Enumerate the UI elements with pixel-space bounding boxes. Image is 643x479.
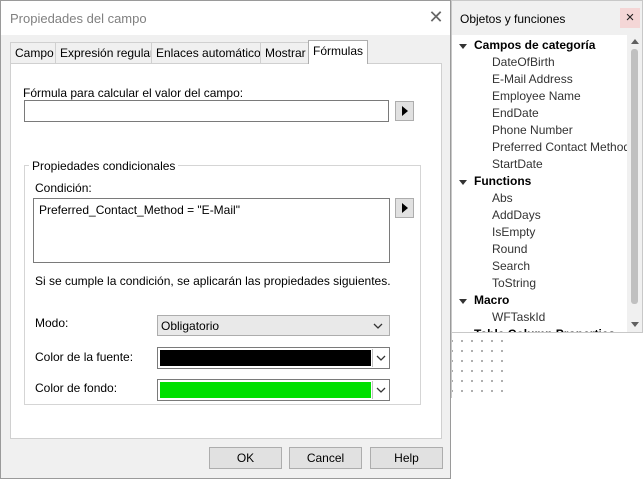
field-properties-dialog: Propiedades del campo ✕ Campo Expresión … xyxy=(0,0,451,479)
tab-mostrar[interactable]: Mostrar xyxy=(260,42,311,63)
tree-group-header[interactable]: Campos de categoría xyxy=(474,38,595,52)
tree-item[interactable]: IsEmpty xyxy=(492,225,535,239)
tree-group-header[interactable]: Macro xyxy=(474,293,509,307)
tree-item[interactable]: AddDays xyxy=(492,208,541,222)
tab-expresion-regular[interactable]: Expresión regular xyxy=(55,42,160,63)
panel-scrollbar[interactable] xyxy=(627,35,642,332)
dialog-title: Propiedades del campo xyxy=(10,11,147,26)
tab-enlaces-automaticos[interactable]: Enlaces automáticos xyxy=(151,42,272,63)
formula-label: Fórmula para calcular el valor del campo… xyxy=(23,86,244,100)
scroll-up-icon[interactable] xyxy=(631,39,639,44)
cancel-button[interactable]: Cancel xyxy=(289,447,362,469)
font-color-dropdown[interactable] xyxy=(372,349,388,367)
chevron-down-icon xyxy=(373,323,383,329)
bg-color-swatch xyxy=(160,382,371,398)
panel-header: Objetos y funciones × xyxy=(452,1,642,35)
tree-item[interactable]: StartDate xyxy=(492,157,543,171)
chevron-down-icon xyxy=(376,355,386,361)
dialog-titlebar: Propiedades del campo ✕ xyxy=(1,1,450,35)
scrollbar-thumb[interactable] xyxy=(631,49,638,304)
tree-item[interactable]: DateOfBirth xyxy=(492,55,555,69)
tree-item[interactable]: Phone Number xyxy=(492,123,573,137)
tree-item[interactable]: Preferred Contact Method xyxy=(492,140,630,154)
formula-input[interactable] xyxy=(24,100,389,122)
font-color-label: Color de la fuente: xyxy=(35,350,134,364)
tab-formulas[interactable]: Fórmulas xyxy=(308,40,369,64)
font-color-picker[interactable] xyxy=(157,347,390,369)
conditional-properties-title: Propiedades condicionales xyxy=(29,159,179,173)
tree-item[interactable]: ToString xyxy=(492,276,536,290)
design-canvas-grid[interactable] xyxy=(451,333,511,398)
expand-toggle-icon[interactable] xyxy=(459,180,467,185)
ok-button[interactable]: OK xyxy=(209,447,282,469)
tab-campo[interactable]: Campo xyxy=(10,42,59,63)
tree-item[interactable]: Round xyxy=(492,242,527,256)
font-color-swatch xyxy=(160,350,371,366)
panel-title: Objetos y funciones xyxy=(460,12,566,26)
objects-functions-panel: Objetos y funciones × Campos de categorí… xyxy=(451,0,643,333)
tree-group-header[interactable]: Functions xyxy=(474,174,531,188)
help-button[interactable]: Help xyxy=(370,447,443,469)
scroll-down-icon[interactable] xyxy=(631,322,639,327)
tree-item[interactable]: Employee Name xyxy=(492,89,581,103)
expand-toggle-icon[interactable] xyxy=(459,299,467,304)
condition-label: Condición: xyxy=(35,181,92,195)
bg-color-label: Color de fondo: xyxy=(35,381,118,395)
bg-color-picker[interactable] xyxy=(157,379,390,401)
mode-label: Modo: xyxy=(35,316,69,330)
tree-item[interactable]: Abs xyxy=(492,191,513,205)
expand-toggle-icon[interactable] xyxy=(459,44,467,49)
condition-note: Si se cumple la condición, se aplicarán … xyxy=(35,274,391,288)
mode-select[interactable]: Obligatorio xyxy=(157,315,390,336)
formula-insert-button[interactable] xyxy=(395,101,414,121)
condition-insert-button[interactable] xyxy=(395,198,414,218)
tree-item[interactable]: EndDate xyxy=(492,106,539,120)
mode-value: Obligatorio xyxy=(161,319,220,333)
chevron-down-icon xyxy=(376,387,386,393)
tree-item[interactable]: WFTaskId xyxy=(492,310,545,324)
panel-close-icon[interactable]: × xyxy=(620,8,640,28)
condition-input[interactable]: Preferred_Contact_Method = "E-Mail" xyxy=(33,198,390,263)
tree-item[interactable]: Search xyxy=(492,259,530,273)
close-icon[interactable]: ✕ xyxy=(425,6,447,28)
bg-color-dropdown[interactable] xyxy=(372,381,388,399)
tree-item[interactable]: E-Mail Address xyxy=(492,72,573,86)
